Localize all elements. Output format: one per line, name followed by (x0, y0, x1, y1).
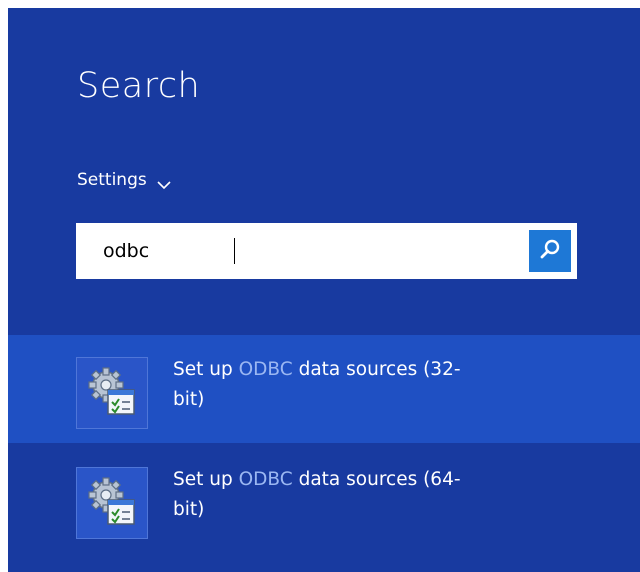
screen-frame: Search Settings odbc Set up ODBC data so… (0, 0, 640, 572)
odbc-settings-icon (76, 467, 148, 539)
search-input[interactable] (76, 223, 518, 279)
search-title: Search (77, 66, 201, 106)
search-scope-dropdown[interactable]: Settings (77, 166, 171, 194)
odbc-settings-icon (76, 357, 148, 429)
match-highlight: ODBC (238, 469, 293, 490)
search-scope-label: Settings (77, 170, 147, 190)
search-result-item[interactable]: Set up ODBC data sources (64- bit) (8, 445, 640, 553)
chevron-down-icon (157, 175, 171, 190)
match-highlight: ODBC (238, 359, 293, 380)
result-label: Set up ODBC data sources (64- bit) (173, 469, 461, 520)
text-caret (234, 238, 235, 264)
search-result-item[interactable]: Set up ODBC data sources (32- bit) (8, 335, 640, 443)
search-box (76, 223, 577, 279)
result-label: Set up ODBC data sources (32- bit) (173, 359, 461, 410)
search-button[interactable] (529, 230, 571, 272)
search-icon (539, 238, 561, 264)
